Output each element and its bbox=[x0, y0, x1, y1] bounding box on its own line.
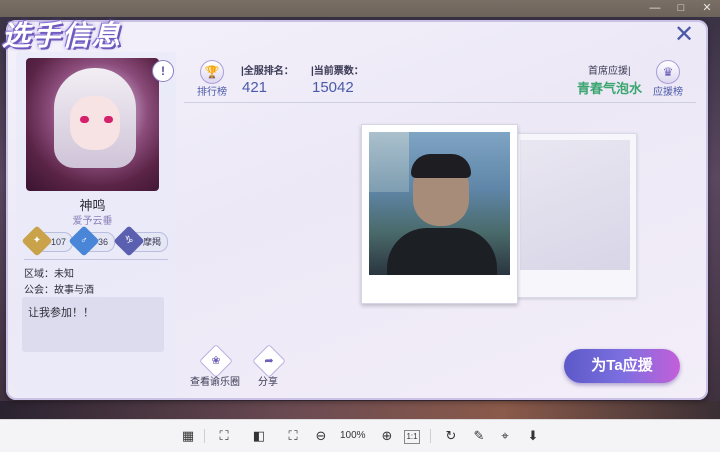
dialog-title: 选手信息 bbox=[2, 20, 123, 51]
zoom-level: 100% bbox=[340, 430, 366, 441]
fullscreen-icon[interactable]: ⛶ bbox=[283, 426, 303, 446]
role-badge-icon: ♑ bbox=[113, 225, 145, 257]
edit-icon[interactable]: ✎ bbox=[469, 426, 489, 446]
fit-screen-icon[interactable]: ⛶ bbox=[214, 426, 234, 446]
player-subtitle: 爱予云垂 bbox=[72, 216, 113, 227]
profile-divider bbox=[24, 259, 168, 260]
support-list-label[interactable]: 应援榜 bbox=[650, 83, 686, 98]
level-badge: ✦ 107 bbox=[21, 225, 74, 257]
player-avatar[interactable] bbox=[26, 58, 159, 191]
photo-card-secondary[interactable] bbox=[513, 133, 637, 298]
rank-value: 421 bbox=[242, 79, 268, 96]
zodiac-value: 摩羯 bbox=[143, 237, 162, 247]
zoom-in-icon[interactable]: ⊕ bbox=[377, 426, 397, 446]
votes-value: 15042 bbox=[312, 79, 354, 96]
rank-label: |全服排名： bbox=[241, 66, 294, 77]
close-window-button[interactable]: ✕ bbox=[698, 1, 716, 16]
guild-row: 公会：故事与酒 bbox=[24, 281, 94, 296]
rotate-icon[interactable]: ↻ bbox=[441, 426, 461, 446]
avatar-eye-left bbox=[80, 116, 89, 123]
region-row: 区域：未知 bbox=[24, 265, 74, 280]
share-label[interactable]: 分享 bbox=[251, 373, 285, 388]
zodiac-badge: ♑ 摩羯 bbox=[113, 225, 169, 257]
grid-view-icon[interactable]: ▦ bbox=[178, 426, 198, 446]
maximize-button[interactable]: □ bbox=[672, 1, 690, 16]
photo-background-tree bbox=[369, 132, 409, 192]
game-screenshot-thumbnail bbox=[520, 140, 630, 270]
image-viewer-toolbar: ▦ ⛶ ◧ ⛶ ⊖ 100% ⊕ 1:1 ↻ ✎ ⌖ ⬇ bbox=[0, 419, 720, 452]
top-supporter-label: 首席应援| bbox=[588, 66, 631, 77]
game-background-strip bbox=[0, 401, 720, 419]
photo-card-primary[interactable] bbox=[361, 124, 518, 304]
region-label: 区域： bbox=[24, 269, 54, 280]
leaderboard-trophy-icon[interactable]: 🏆 bbox=[200, 60, 224, 84]
avatar-eye-right bbox=[104, 116, 113, 123]
age-value: 36 bbox=[98, 237, 109, 247]
region-value: 未知 bbox=[54, 269, 74, 280]
top-supporter-name[interactable]: 青春气泡水 bbox=[577, 78, 642, 97]
toolbar-separator bbox=[430, 429, 431, 443]
cheer-button[interactable]: 为Ta应援 bbox=[564, 349, 680, 383]
stats-divider bbox=[184, 102, 696, 103]
moments-label[interactable]: 查看谕乐圈 bbox=[186, 373, 244, 388]
star-badge-icon: ✦ bbox=[21, 225, 53, 257]
zoom-out-icon[interactable]: ⊖ bbox=[311, 426, 331, 446]
report-warning-icon[interactable]: ! bbox=[152, 60, 174, 82]
toolbar-separator bbox=[204, 429, 205, 443]
support-crown-icon[interactable]: ♛ bbox=[656, 60, 680, 84]
gender-badge: ♂ 36 bbox=[68, 225, 116, 257]
leaderboard-label[interactable]: 排行榜 bbox=[194, 83, 230, 98]
guild-value: 故事与酒 bbox=[54, 285, 94, 296]
guild-label: 公会： bbox=[24, 285, 54, 296]
close-icon[interactable]: ✕ bbox=[673, 23, 695, 47]
level-value: 107 bbox=[51, 237, 67, 247]
votes-label: |当前票数： bbox=[311, 66, 364, 77]
download-icon[interactable]: ⬇ bbox=[523, 426, 543, 446]
minimize-button[interactable]: — bbox=[646, 1, 664, 16]
player-message: 让我参加！！ bbox=[22, 297, 164, 352]
male-badge-icon: ♂ bbox=[68, 225, 100, 257]
avatar-face bbox=[70, 96, 120, 150]
ocr-icon[interactable]: ◧ bbox=[249, 426, 269, 446]
actual-size-icon[interactable]: 1:1 bbox=[404, 430, 420, 444]
photo-person-hair bbox=[411, 154, 471, 178]
crop-icon[interactable]: ⌖ bbox=[495, 426, 515, 446]
photo-person-body bbox=[387, 228, 497, 275]
player-photo bbox=[369, 132, 510, 275]
